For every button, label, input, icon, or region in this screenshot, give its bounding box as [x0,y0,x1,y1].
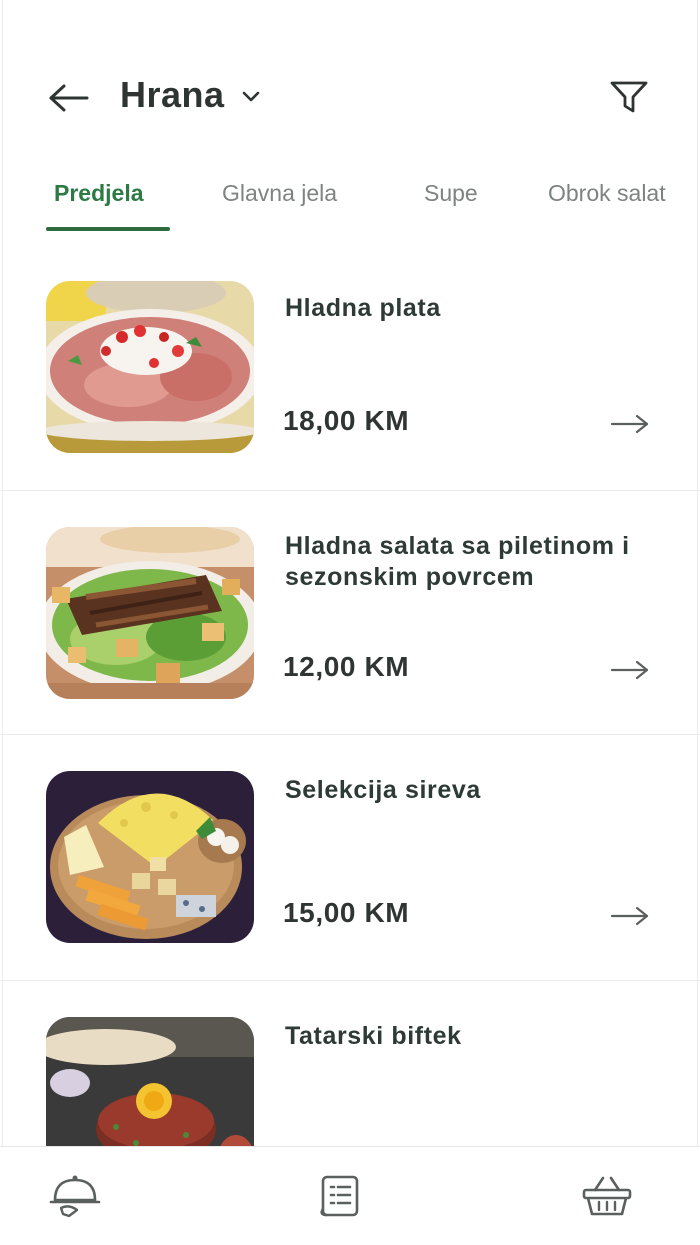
tab-supe[interactable]: Supe [424,180,478,207]
list-item[interactable]: Tatarski biftek [0,981,700,1146]
tab-obrok-salate[interactable]: Obrok salat [548,180,666,207]
item-name: Selekcija sireva [285,776,481,804]
menu-receipt-icon [320,1175,359,1217]
steak-tartare-photo [46,1017,254,1146]
chicken-salad-photo [46,527,254,699]
active-tab-indicator [46,227,170,231]
category-dropdown[interactable]: Hrana [120,74,261,116]
list-item[interactable]: Hladna plata 18,00 KM [0,250,700,490]
list-item[interactable]: Hladna salata sa piletinom i sezonskim p… [0,491,700,734]
tab-predjela[interactable]: Predjela [54,180,144,207]
menu-list: Hladna plata 18,00 KM Hladna salata sa p… [0,250,700,1146]
back-button[interactable] [44,78,92,118]
basket-icon [582,1176,632,1216]
category-tabs: Predjela Glavna jela Supe Obrok salat [0,160,700,234]
bottom-nav [0,1146,700,1245]
tab-glavna-jela[interactable]: Glavna jela [222,180,337,207]
arrow-right-icon[interactable] [606,409,654,439]
item-name: Hladna salata sa piletinom i sezonskim p… [285,532,630,591]
filter-icon [610,81,648,113]
header: Hrana [0,60,700,132]
nav-waiter-button[interactable] [48,1171,102,1221]
chevron-down-icon [241,91,261,103]
nav-menu-button[interactable] [314,1171,368,1221]
waiter-cloche-icon [49,1175,101,1218]
item-name: Hladna plata [285,294,441,322]
arrow-right-icon[interactable] [606,901,654,931]
page-title: Hrana [120,74,225,115]
cold-platter-photo [46,281,254,453]
item-price: 12,00 KM [283,651,410,682]
list-item[interactable]: Selekcija sireva 15,00 KM [0,735,700,980]
arrow-left-icon [49,84,89,112]
nav-basket-button[interactable] [580,1171,634,1221]
item-price: 18,00 KM [283,405,410,436]
filter-button[interactable] [606,76,652,118]
item-name: Tatarski biftek [285,1022,462,1050]
arrow-right-icon[interactable] [606,655,654,685]
item-price: 15,00 KM [283,897,410,928]
cheese-board-photo [46,771,254,943]
